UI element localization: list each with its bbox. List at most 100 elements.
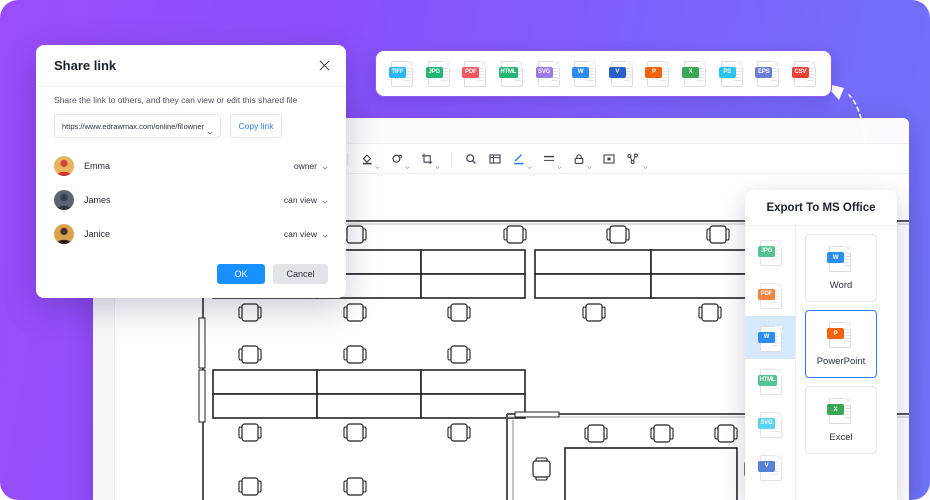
shared-person-row: Janice can view xyxy=(54,217,328,251)
line-style-icon[interactable] xyxy=(541,151,557,167)
file-icon-eps[interactable]: EPS xyxy=(755,60,781,88)
shared-person-row: Emma owner xyxy=(54,149,328,183)
export-sidebar-item-svg[interactable]: SVG xyxy=(745,402,795,445)
export-format-sidebar[interactable]: JPG PDF W HTML SVG V xyxy=(745,226,796,500)
file-icon-p[interactable]: P xyxy=(645,60,671,88)
export-format-cards[interactable]: W Word P PowerPoint X Excel xyxy=(796,226,897,500)
file-icon-jpg[interactable]: JPG xyxy=(758,239,782,266)
file-format-label: PDF xyxy=(462,66,480,78)
chevron-down-icon[interactable] xyxy=(375,157,380,169)
export-panel-body: JPG PDF W HTML SVG V W Word P PowerPoint X Excel xyxy=(745,226,897,500)
shared-person-role-dropdown[interactable]: owner xyxy=(294,161,328,171)
file-format-label: PDF xyxy=(758,288,775,300)
export-card-label: Word xyxy=(829,280,853,291)
file-format-label: W xyxy=(572,66,590,78)
cancel-button[interactable]: Cancel xyxy=(273,264,328,284)
file-format-label: X xyxy=(682,66,699,78)
file-format-label: JPG xyxy=(425,66,443,78)
file-icon-svg[interactable]: SVG xyxy=(535,60,562,88)
shared-person-role-value: can view xyxy=(283,195,317,205)
toolbar-divider xyxy=(347,153,348,166)
file-icon-html[interactable]: HTML xyxy=(758,368,782,395)
ok-button[interactable]: OK xyxy=(217,264,265,284)
file-icon-v[interactable]: V xyxy=(608,60,635,88)
file-icon-ps[interactable]: PS xyxy=(718,60,745,88)
fill-bucket-icon[interactable] xyxy=(359,151,375,167)
file-icon-x[interactable]: X xyxy=(827,397,855,427)
export-card-label: PowerPoint xyxy=(816,356,866,367)
shared-person-role-value: can view xyxy=(283,229,317,239)
export-card-excel[interactable]: X Excel xyxy=(805,386,877,454)
file-format-label: SVG xyxy=(758,417,775,429)
page-lines xyxy=(844,405,851,420)
file-format-label: W xyxy=(758,331,775,343)
page-lines xyxy=(844,253,851,268)
file-icon-w[interactable]: W xyxy=(572,60,598,88)
file-format-label: V xyxy=(758,460,775,472)
share-link-row: https://www.edrawmax.com/online/fil owne… xyxy=(54,114,282,138)
file-icon-svg[interactable]: SVG xyxy=(758,411,782,438)
file-icon-pdf[interactable]: PDF xyxy=(462,60,488,88)
table-icon[interactable] xyxy=(487,151,503,167)
chevron-down-icon[interactable] xyxy=(527,157,532,169)
zoom-search-icon[interactable] xyxy=(463,151,479,167)
crop-icon[interactable] xyxy=(419,151,435,167)
file-format-label: W xyxy=(827,252,844,263)
file-icon-tiff[interactable]: TIFF xyxy=(389,60,415,88)
chevron-down-icon[interactable] xyxy=(435,157,440,169)
chevron-down-icon[interactable] xyxy=(587,157,592,169)
share-link-input[interactable]: https://www.edrawmax.com/online/fil owne… xyxy=(54,114,221,138)
file-icon-csv[interactable]: CSV xyxy=(791,60,818,88)
file-format-label: P xyxy=(827,328,844,339)
copy-link-button[interactable]: Copy link xyxy=(230,114,282,138)
export-card-powerpoint[interactable]: P PowerPoint xyxy=(805,310,877,378)
file-icon-p[interactable]: P xyxy=(827,321,855,351)
chevron-down-icon[interactable] xyxy=(643,157,648,169)
avatar xyxy=(54,190,74,210)
chevron-down-icon[interactable] xyxy=(557,157,562,169)
export-sidebar-item-v[interactable]: V xyxy=(745,445,795,488)
file-format-label: TIFF xyxy=(389,66,406,78)
chevron-down-icon[interactable] xyxy=(322,163,328,170)
file-icon-html[interactable]: HTML xyxy=(498,60,525,88)
file-icon-w[interactable]: W xyxy=(758,325,782,352)
export-card-word[interactable]: W Word xyxy=(805,234,877,302)
file-icon-pdf[interactable]: PDF xyxy=(758,282,782,309)
chevron-down-icon[interactable] xyxy=(405,157,410,169)
shared-person-name: Emma xyxy=(84,161,111,171)
shared-person-role-value: owner xyxy=(293,161,317,171)
share-nodes-icon[interactable] xyxy=(625,151,641,167)
export-sidebar-item-jpg[interactable]: JPG xyxy=(745,230,795,273)
center-box-icon[interactable] xyxy=(601,151,617,167)
export-panel-title: Export To MS Office xyxy=(745,190,897,226)
highlighter-pen-icon[interactable] xyxy=(511,151,527,167)
shadow-icon[interactable] xyxy=(389,151,405,167)
export-sidebar-item-w[interactable]: W xyxy=(745,316,795,359)
file-icon-v[interactable]: V xyxy=(758,454,782,481)
export-sidebar-item-pdf[interactable]: PDF xyxy=(745,273,795,316)
file-format-label: HTML xyxy=(498,66,518,78)
file-icon-jpg[interactable]: JPG xyxy=(425,60,452,88)
share-dialog-title: Share link xyxy=(54,58,117,73)
share-link-role-value: owner xyxy=(183,121,204,131)
shared-person-name: Janice xyxy=(84,229,111,239)
shared-person-role-dropdown[interactable]: can view xyxy=(284,229,328,239)
file-format-label: CSV xyxy=(791,66,809,78)
export-to-ms-office-panel[interactable]: Export To MS Office JPG PDF W HTML SVG V W Wor… xyxy=(745,190,897,500)
chevron-down-icon[interactable] xyxy=(207,123,213,135)
file-format-strip[interactable]: TIFF JPG PDF HTML SVG W V P X PS EPS CSV xyxy=(375,50,832,97)
chevron-down-icon[interactable] xyxy=(322,197,328,204)
lock-icon[interactable] xyxy=(571,151,587,167)
file-icon-x[interactable]: X xyxy=(682,60,708,88)
shared-person-role-dropdown[interactable]: can view xyxy=(284,195,328,205)
file-format-label: PS xyxy=(718,66,736,78)
close-icon[interactable] xyxy=(315,56,333,74)
file-format-label: P xyxy=(645,66,663,78)
file-format-label: SVG xyxy=(535,66,553,78)
file-format-label: JPG xyxy=(758,245,775,257)
file-format-label: EPS xyxy=(755,66,773,78)
share-link-dialog[interactable]: Share link Share the link to others, and… xyxy=(36,45,346,298)
file-icon-w[interactable]: W xyxy=(827,245,855,275)
chevron-down-icon[interactable] xyxy=(322,231,328,238)
export-sidebar-item-html[interactable]: HTML xyxy=(745,359,795,402)
